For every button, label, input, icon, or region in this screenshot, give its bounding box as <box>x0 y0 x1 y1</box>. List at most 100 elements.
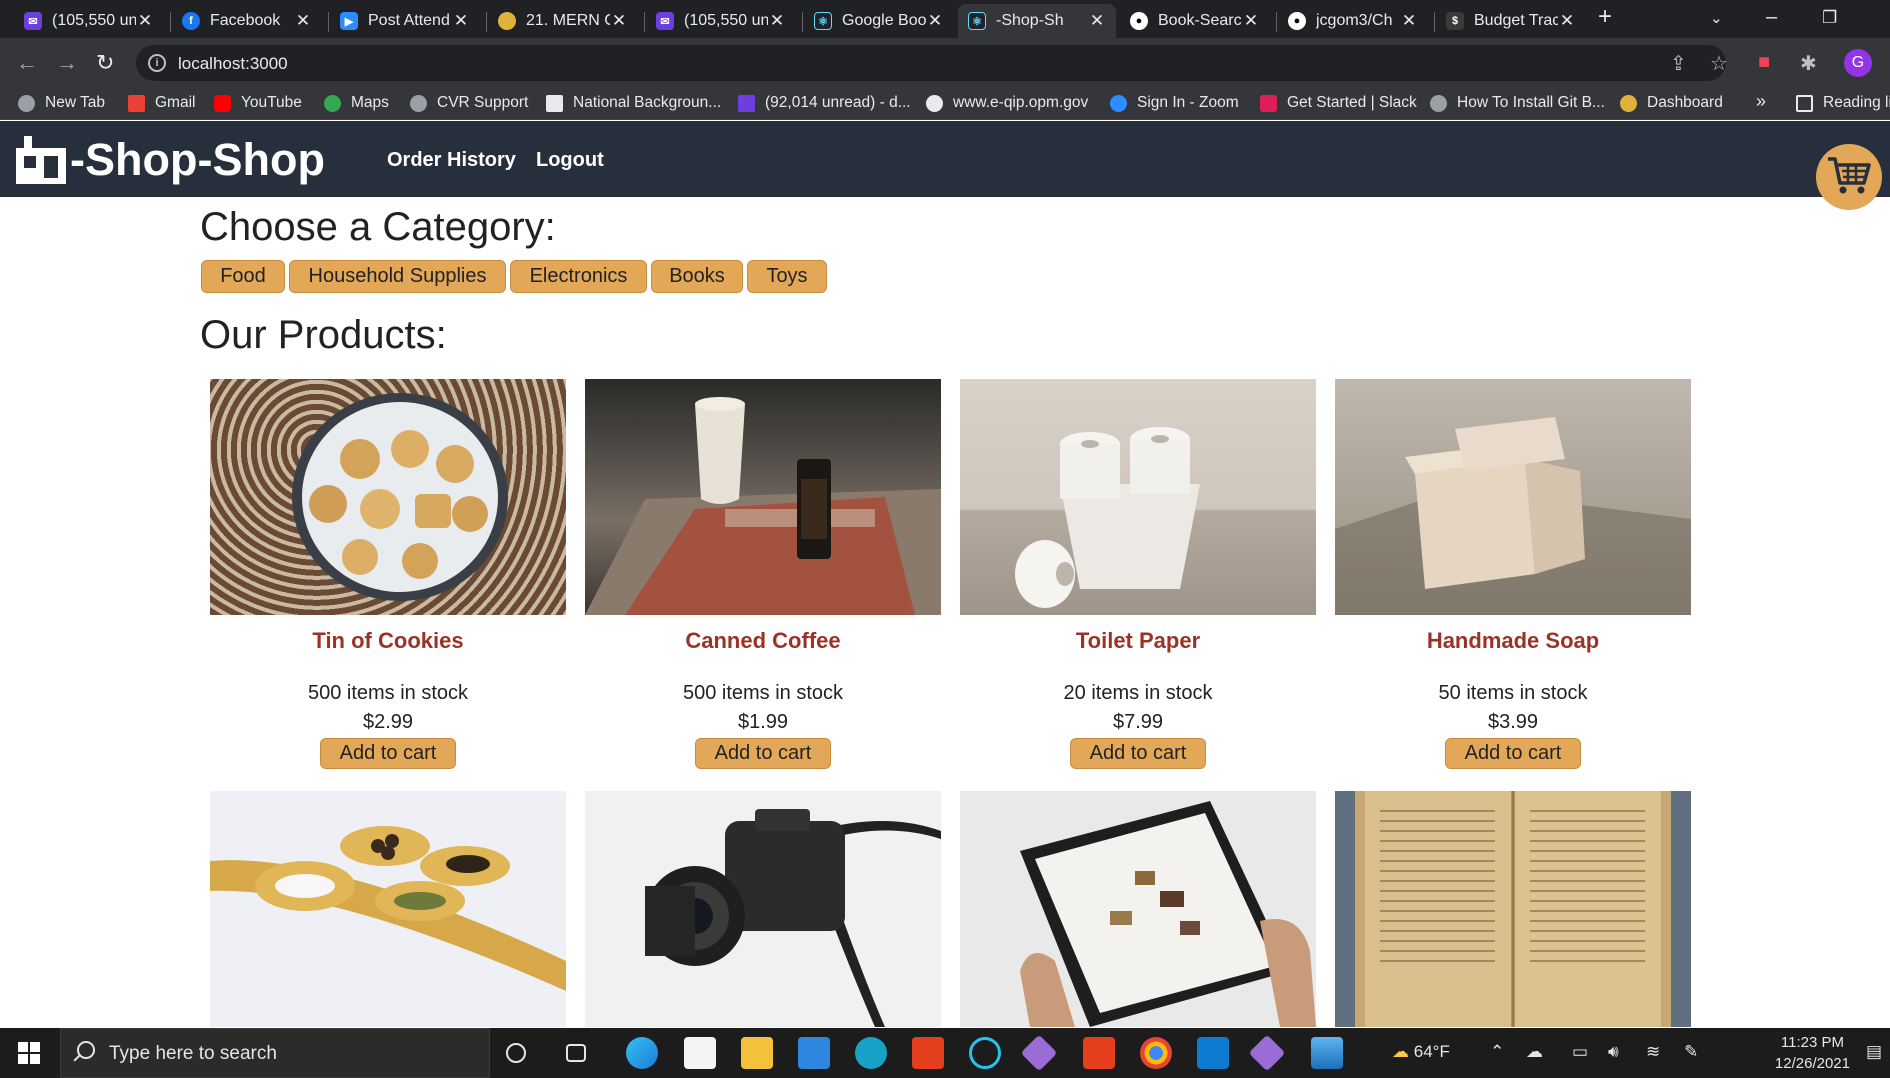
product-image-toilet-paper[interactable] <box>960 379 1316 615</box>
share-icon[interactable]: ⇪ <box>1670 51 1687 76</box>
close-tab-icon[interactable]: ✕ <box>136 11 154 31</box>
close-tab-icon[interactable]: ✕ <box>768 11 786 31</box>
extensions-icon[interactable]: ✱ <box>1800 51 1817 76</box>
bookmark-item[interactable]: www.e-qip.opm.gov <box>926 94 1088 112</box>
logout-link[interactable]: Logout <box>536 149 604 172</box>
restore-icon[interactable]: ❐ <box>1822 8 1837 28</box>
cortana-ring-icon[interactable] <box>969 1037 1001 1069</box>
file-explorer-icon[interactable] <box>741 1037 773 1069</box>
tab-search-icon[interactable]: ⌄ <box>1710 9 1723 27</box>
store-icon[interactable] <box>684 1037 716 1069</box>
reading-list-button[interactable]: Reading li <box>1796 94 1890 112</box>
reload-icon[interactable]: ↻ <box>96 50 114 76</box>
bookmark-star-icon[interactable]: ☆ <box>1710 51 1728 76</box>
bookmark-item[interactable]: Dashboard <box>1620 94 1723 112</box>
product-image-soap[interactable] <box>1335 379 1691 615</box>
site-info-icon[interactable]: i <box>148 54 166 72</box>
git-icon[interactable] <box>1248 1034 1286 1072</box>
add-to-cart-button[interactable]: Add to cart <box>320 738 456 769</box>
close-tab-icon[interactable]: ✕ <box>926 11 944 31</box>
cortana-icon[interactable] <box>506 1043 526 1063</box>
battery-icon[interactable]: ▭ <box>1572 1042 1588 1062</box>
minimize-icon[interactable]: – <box>1766 6 1777 29</box>
bookmark-item[interactable]: (92,014 unread) - d... <box>738 94 911 112</box>
browser-tab[interactable]: ▶ Post Attend ✕ <box>330 4 480 38</box>
profile-avatar[interactable]: G <box>1844 49 1872 77</box>
brand-logo[interactable]: -Shop-Shop <box>14 134 325 186</box>
git-icon[interactable] <box>1020 1034 1058 1072</box>
taskbar-search-box[interactable]: Type here to search <box>60 1028 490 1078</box>
volume-icon[interactable]: 🔊︎ <box>1608 1042 1619 1062</box>
category-electronics-button[interactable]: Electronics <box>510 260 647 293</box>
browser-tab[interactable]: 21. MERN C ✕ <box>488 4 638 38</box>
extension-record-icon[interactable]: ■ <box>1758 51 1770 74</box>
product-name[interactable]: Canned Coffee <box>585 628 941 654</box>
browser-tab-active[interactable]: ⚛ -Shop-Sh ✕ <box>958 4 1116 38</box>
category-books-button[interactable]: Books <box>651 260 743 293</box>
office-icon[interactable] <box>912 1037 944 1069</box>
bookmark-item[interactable]: How To Install Git B... <box>1430 94 1605 112</box>
bookmark-item[interactable]: Maps <box>324 94 389 112</box>
product-name[interactable]: Tin of Cookies <box>210 628 566 654</box>
close-tab-icon[interactable]: ✕ <box>1400 11 1418 31</box>
product-image-coffee[interactable] <box>585 379 941 615</box>
mail-app-icon[interactable] <box>798 1037 830 1069</box>
close-tab-icon[interactable]: ✕ <box>294 11 312 31</box>
chrome-icon[interactable] <box>1140 1037 1172 1069</box>
vscode-icon[interactable] <box>1197 1037 1229 1069</box>
bookmark-item[interactable]: Gmail <box>128 94 195 112</box>
wifi-icon[interactable]: ≋ <box>1646 1042 1660 1062</box>
more-bookmarks-button[interactable]: » <box>1756 91 1766 112</box>
category-food-button[interactable]: Food <box>201 260 285 293</box>
cart-button[interactable] <box>1816 144 1882 210</box>
browser-tab[interactable]: $ Budget Trac ✕ <box>1436 4 1586 38</box>
office-icon[interactable] <box>1083 1037 1115 1069</box>
show-hidden-icons-icon[interactable]: ⌃ <box>1490 1042 1504 1062</box>
product-image-camera[interactable] <box>585 791 941 1027</box>
product-name[interactable]: Handmade Soap <box>1335 628 1691 654</box>
pen-icon[interactable]: ✎ <box>1684 1042 1698 1062</box>
bookmark-item[interactable]: New Tab <box>18 94 105 112</box>
edge-icon[interactable] <box>626 1037 658 1069</box>
browser-tab[interactable]: ⚛ Google Boo ✕ <box>804 4 954 38</box>
close-tab-icon[interactable]: ✕ <box>1242 11 1260 31</box>
onedrive-icon[interactable]: ☁ <box>1526 1042 1543 1062</box>
url-text[interactable]: localhost:3000 <box>178 54 288 74</box>
add-to-cart-button[interactable]: Add to cart <box>1070 738 1206 769</box>
task-view-icon[interactable] <box>566 1044 586 1062</box>
bookmark-item[interactable]: YouTube <box>214 94 302 112</box>
bookmark-item[interactable]: Sign In - Zoom <box>1110 94 1239 112</box>
close-tab-icon[interactable]: ✕ <box>1558 11 1576 31</box>
bookmark-item[interactable]: Get Started | Slack <box>1260 94 1417 112</box>
browser-tab[interactable]: ● jcgom3/Ch ✕ <box>1278 4 1428 38</box>
back-icon[interactable]: ← <box>16 50 38 76</box>
category-toys-button[interactable]: Toys <box>747 260 827 293</box>
product-image-tablet[interactable] <box>960 791 1316 1027</box>
order-history-link[interactable]: Order History <box>387 149 516 172</box>
taskbar-clock[interactable]: 11:23 PM 12/26/2021 <box>1775 1032 1850 1074</box>
quick-assist-icon[interactable] <box>855 1037 887 1069</box>
address-bar[interactable]: i localhost:3000 <box>136 45 1726 81</box>
close-tab-icon[interactable]: ✕ <box>610 11 628 31</box>
add-to-cart-button[interactable]: Add to cart <box>1445 738 1581 769</box>
photos-icon[interactable] <box>1311 1037 1343 1069</box>
browser-tab[interactable]: ✉ (105,550 un ✕ <box>646 4 796 38</box>
new-tab-icon[interactable]: + <box>1598 3 1612 31</box>
category-household-button[interactable]: Household Supplies <box>289 260 506 293</box>
product-name[interactable]: Toilet Paper <box>960 628 1316 654</box>
bookmark-item[interactable]: CVR Support <box>410 94 528 112</box>
browser-tab[interactable]: ✉ (105,550 un ✕ <box>14 4 164 38</box>
browser-tab[interactable]: f Facebook ✕ <box>172 4 322 38</box>
forward-icon[interactable]: → <box>56 50 78 76</box>
close-tab-icon[interactable]: ✕ <box>1088 11 1106 31</box>
bookmark-item[interactable]: National Backgroun... <box>546 94 721 112</box>
windows-start-icon[interactable] <box>18 1042 40 1064</box>
close-tab-icon[interactable]: ✕ <box>452 11 470 31</box>
notifications-icon[interactable]: ▤ <box>1866 1042 1882 1062</box>
product-image-spice-spoons[interactable] <box>210 791 566 1027</box>
add-to-cart-button[interactable]: Add to cart <box>695 738 831 769</box>
weather-widget[interactable]: ☁ 64°F <box>1392 1042 1450 1062</box>
product-image-cookies[interactable] <box>210 379 566 615</box>
product-image-book[interactable] <box>1335 791 1691 1027</box>
browser-tab[interactable]: ● Book-Searc ✕ <box>1120 4 1270 38</box>
